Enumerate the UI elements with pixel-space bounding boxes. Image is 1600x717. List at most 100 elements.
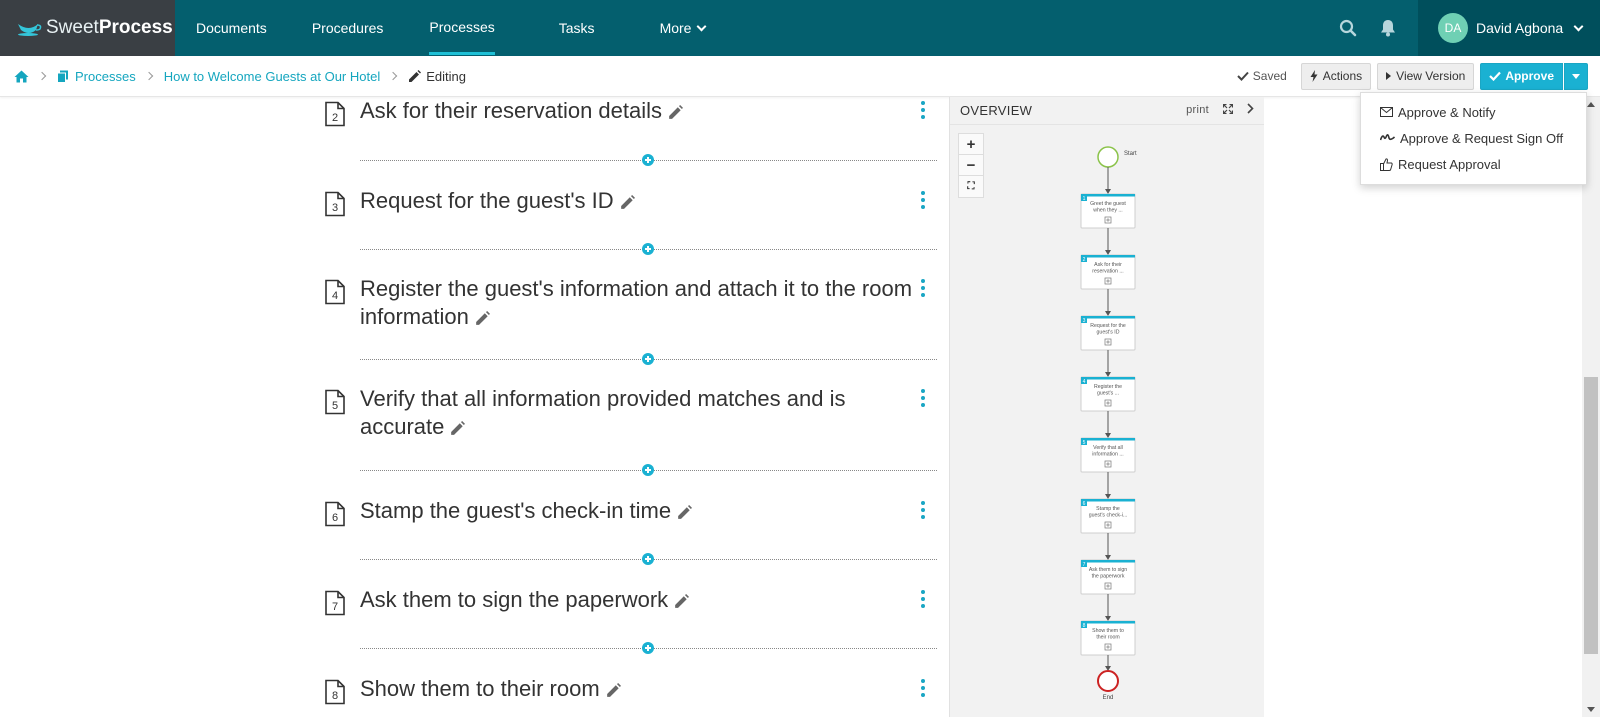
caret-down-icon: [1572, 73, 1580, 79]
add-step-button[interactable]: [642, 353, 654, 365]
flow-step-node-bar: [1081, 194, 1135, 197]
menu-request-approval[interactable]: Request Approval: [1361, 151, 1586, 177]
step-title[interactable]: Ask them to sign the paperwork: [360, 586, 920, 614]
step-title[interactable]: Register the guest's information and att…: [360, 275, 920, 331]
pencil-icon[interactable]: [674, 593, 690, 609]
step-options-button[interactable]: [920, 101, 926, 119]
envelope-icon: [1380, 107, 1393, 117]
flow-step-text: Ask them to sign: [1089, 567, 1127, 573]
add-step-button[interactable]: [642, 154, 654, 166]
pencil-icon[interactable]: [668, 104, 684, 120]
actions-button[interactable]: Actions: [1300, 62, 1372, 90]
breadcrumb-separator: [37, 71, 47, 81]
nav-tasks[interactable]: Tasks: [559, 0, 595, 56]
arrowhead-icon: [1105, 372, 1111, 377]
scrollbar-thumb[interactable]: [1584, 377, 1598, 654]
flow-step-text: guest's check-i...: [1089, 513, 1127, 519]
add-step-button[interactable]: [642, 642, 654, 654]
menu-request-approval-label: Request Approval: [1398, 156, 1501, 172]
page-scrollbar[interactable]: [1582, 97, 1600, 717]
step-number: 3: [332, 202, 338, 214]
view-version-button[interactable]: View Version: [1377, 62, 1475, 90]
flow-step-text: when they ...: [1093, 208, 1122, 214]
document-icon: 8: [325, 679, 345, 705]
step-title[interactable]: Stamp the guest's check-in time: [360, 497, 920, 525]
step-title[interactable]: Show them to their room: [360, 675, 920, 703]
search-button[interactable]: [1328, 0, 1368, 56]
pencil-icon[interactable]: [606, 682, 621, 698]
step-title-text: Request for the guest's ID: [360, 188, 614, 213]
nav-documents[interactable]: Documents: [196, 0, 267, 56]
breadcrumb-current: Editing: [426, 68, 466, 84]
document-icon: 3: [325, 191, 345, 217]
end-label: End: [1103, 695, 1114, 701]
nav-more[interactable]: More: [659, 0, 707, 56]
step-title-text: Register the guest's information and att…: [360, 276, 913, 329]
bell-icon: [1381, 20, 1395, 37]
dot-icon: [921, 679, 925, 683]
nav-processes[interactable]: Processes: [429, 0, 496, 55]
pencil-icon[interactable]: [620, 194, 635, 210]
step-options-button[interactable]: [920, 590, 926, 608]
step-options-button[interactable]: [920, 679, 926, 697]
user-name: David Agbona: [1476, 20, 1564, 36]
flow-step-number: 5: [1083, 440, 1086, 446]
scroll-up-icon[interactable]: [1587, 102, 1595, 107]
menu-approve-notify[interactable]: Approve & Notify: [1361, 99, 1586, 125]
dot-icon: [921, 597, 925, 601]
dot-icon: [921, 286, 925, 290]
add-step-button[interactable]: [642, 243, 654, 255]
nav-procedures-label: Procedures: [311, 20, 384, 36]
step-number: 8: [332, 690, 338, 702]
signature-icon: [1380, 134, 1395, 141]
step-title-text: Ask for their reservation details: [360, 98, 663, 123]
approve-button[interactable]: Approve: [1480, 62, 1563, 90]
arrowhead-icon: [1105, 555, 1111, 560]
nav-more-label: More: [659, 20, 692, 36]
notifications-button[interactable]: [1368, 0, 1408, 56]
approve-dropdown-toggle[interactable]: [1564, 62, 1588, 90]
pencil-icon[interactable]: [450, 420, 466, 436]
end-node[interactable]: [1097, 670, 1119, 692]
pencil-icon: [409, 69, 422, 82]
user-menu[interactable]: DA David Agbona: [1418, 0, 1600, 56]
scroll-down-icon[interactable]: [1587, 707, 1595, 712]
brand-logo[interactable]: Sweet Process: [0, 0, 175, 56]
add-step-button[interactable]: [642, 464, 654, 476]
flow-step-number: 4: [1083, 379, 1086, 385]
step-title[interactable]: Verify that all information provided mat…: [360, 385, 920, 441]
breadcrumb-process-link[interactable]: How to Welcome Guests at Our Hotel: [164, 69, 381, 84]
menu-approve-request-signoff[interactable]: Approve & Request Sign Off: [1361, 125, 1586, 151]
step-options-button[interactable]: [920, 279, 926, 297]
step-title[interactable]: Request for the guest's ID: [360, 187, 920, 215]
home-icon[interactable]: [14, 70, 29, 83]
dot-icon: [921, 508, 925, 512]
dot-icon: [921, 293, 925, 297]
breadcrumb: Processes How to Welcome Guests at Our H…: [0, 56, 1600, 97]
breadcrumb-processes-link[interactable]: Processes: [75, 69, 136, 84]
nav-documents-label: Documents: [196, 20, 267, 36]
pencil-icon[interactable]: [475, 310, 490, 326]
flow-step-node-bar: [1081, 316, 1135, 319]
nav-procedures[interactable]: Procedures: [312, 0, 384, 56]
step-options-button[interactable]: [920, 501, 926, 519]
step-options-button[interactable]: [920, 389, 926, 407]
dot-icon: [921, 108, 925, 112]
add-step-button[interactable]: [642, 553, 654, 565]
step-options-button[interactable]: [920, 191, 926, 209]
chevron-down-icon: [697, 21, 707, 31]
step-number: 7: [332, 601, 338, 613]
dot-icon: [921, 101, 925, 105]
arrowhead-icon: [1105, 189, 1111, 194]
start-node[interactable]: [1097, 146, 1119, 168]
pencil-icon[interactable]: [677, 504, 693, 520]
step-title[interactable]: Ask for their reservation details: [360, 97, 920, 125]
step-title-text: Show them to their room: [360, 676, 600, 701]
flow-step-text: Stamp the: [1096, 506, 1120, 512]
flow-step-text: reservation ...: [1092, 269, 1123, 275]
saved-status: Saved: [1237, 69, 1287, 83]
check-icon: [1237, 71, 1249, 81]
process-flowchart: Start 1 Greet the guestwhen they ... 2 Ask f…: [1080, 146, 1137, 701]
dot-icon: [921, 403, 925, 407]
flow-step-text: guest's ...: [1097, 391, 1119, 397]
